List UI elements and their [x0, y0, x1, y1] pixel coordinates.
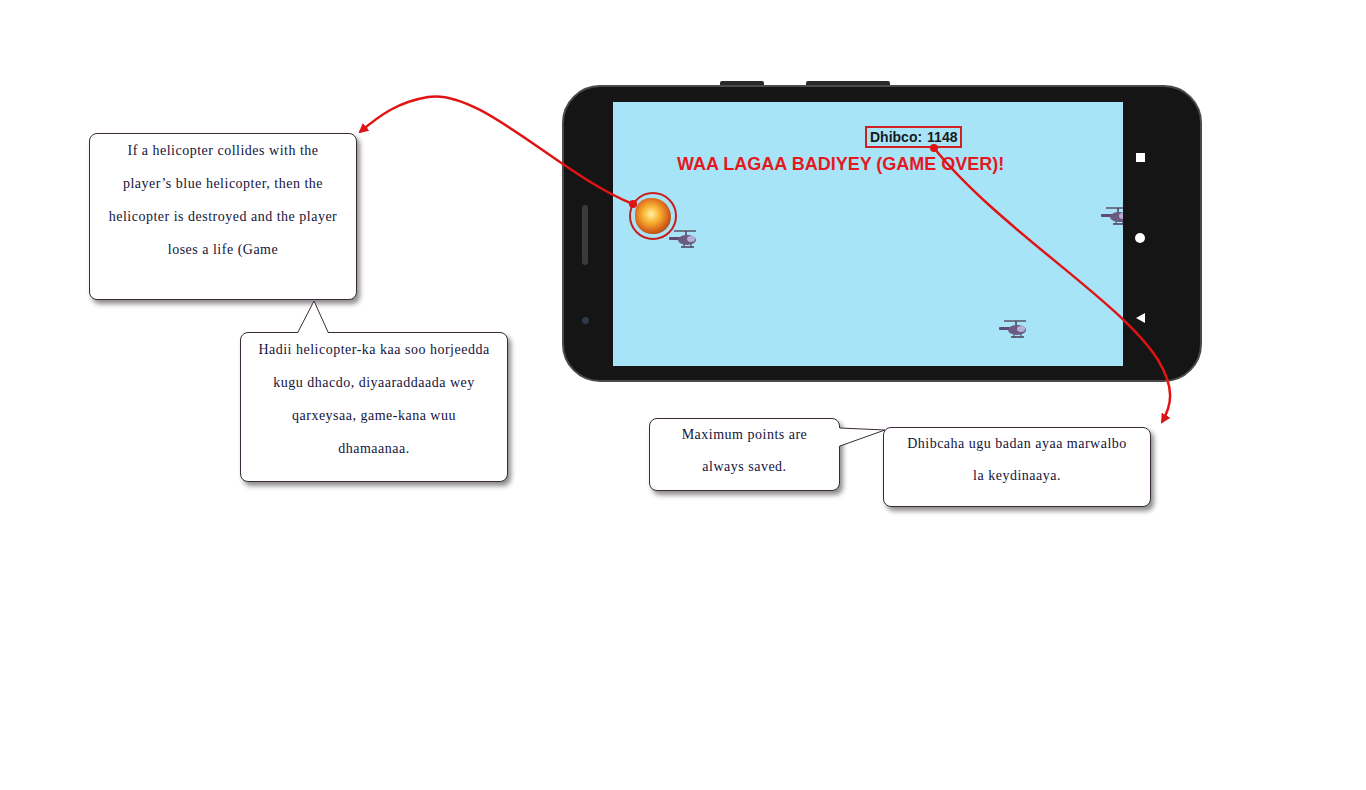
nav-bar	[1130, 147, 1150, 327]
arrow	[934, 148, 1170, 422]
score: Dhibco: 1148	[865, 126, 962, 148]
camera-icon	[582, 317, 589, 324]
home-icon[interactable]	[1135, 233, 1145, 243]
annotated-screenshot: Dhibco: 1148 WAA LAGAA BADIYEY (GAME OVER)…	[0, 0, 1366, 790]
callout: Hadii helicopter-ka kaa soo horjeedda ku…	[240, 332, 508, 482]
helicopter-icon	[668, 228, 700, 250]
back-icon[interactable]	[1136, 313, 1145, 323]
explosion-icon	[632, 195, 674, 237]
helicopter-icon	[1100, 205, 1123, 227]
speaker	[582, 205, 588, 265]
helicopter-icon	[998, 318, 1030, 340]
power-button	[806, 81, 890, 85]
game-over-text: WAA LAGAA BADIYEY (GAME OVER)!	[677, 154, 1004, 175]
callout: Dhibcaha ugu badan ayaa marwalbo la keyd…	[883, 427, 1151, 507]
callout: Maximum points are always saved.	[649, 418, 840, 491]
score-label: Dhibco:	[870, 129, 922, 145]
callout: If a helicopter collides with the player…	[89, 133, 357, 300]
callout-tail	[298, 301, 328, 333]
score-value: 1148	[927, 129, 957, 145]
highlight-ring	[629, 192, 677, 240]
recents-icon[interactable]	[1136, 153, 1145, 162]
volume-button	[720, 81, 764, 85]
callout-tail	[839, 428, 885, 446]
phone: Dhibco: 1148 WAA LAGAA BADIYEY (GAME OVER)…	[562, 85, 1202, 382]
arrow	[360, 96, 633, 204]
game-screen[interactable]: Dhibco: 1148 WAA LAGAA BADIYEY (GAME OVER)…	[613, 102, 1123, 366]
annotation-arrows	[0, 0, 1366, 790]
